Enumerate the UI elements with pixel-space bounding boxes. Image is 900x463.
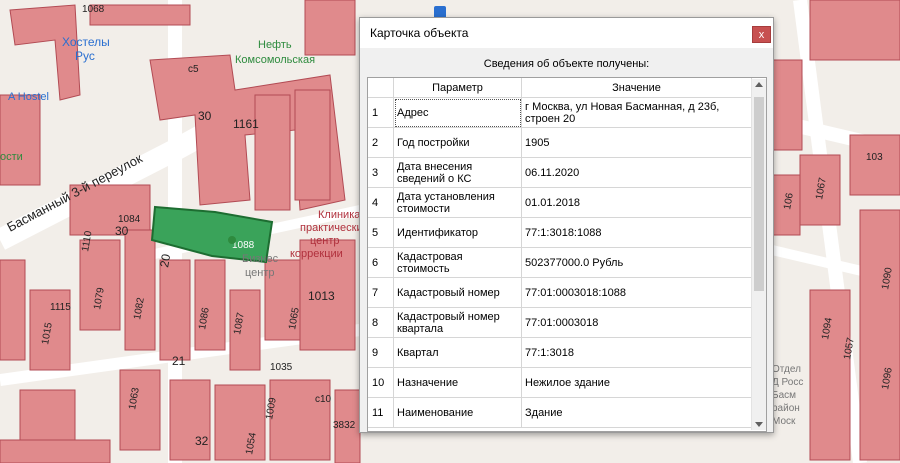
row-number[interactable]: 11 bbox=[368, 397, 394, 428]
row-number[interactable]: 5 bbox=[368, 217, 394, 248]
column-header-num[interactable] bbox=[368, 78, 394, 98]
map-label-6: Комсомольская bbox=[235, 54, 315, 66]
map-label-33: Клиника bbox=[318, 209, 361, 221]
column-header-value[interactable]: Значение bbox=[521, 78, 752, 98]
map-label-29: с10 bbox=[315, 394, 332, 405]
row-value[interactable]: 01.01.2018 bbox=[521, 187, 752, 218]
map-label-7: с5 bbox=[188, 64, 199, 75]
map-label-2: Хостелы bbox=[62, 35, 110, 49]
scroll-up-icon[interactable] bbox=[755, 82, 763, 87]
row-number[interactable]: 4 bbox=[368, 187, 394, 218]
row-value[interactable]: г Москва, ул Новая Басманная, д 23б, стр… bbox=[521, 97, 752, 128]
row-value[interactable]: Здание bbox=[521, 397, 752, 428]
map-label-36: коррекции bbox=[290, 248, 343, 260]
map-label-1: 1068 bbox=[82, 4, 105, 15]
map-label-50: Моск bbox=[772, 416, 796, 427]
row-param[interactable]: Кадастровая стоимость bbox=[393, 247, 522, 278]
row-value[interactable]: Нежилое здание bbox=[521, 367, 752, 398]
table-row[interactable]: 9 Квартал 77:1:3018 bbox=[368, 337, 752, 368]
map-label-49: район bbox=[772, 403, 800, 414]
row-param[interactable]: Кадастровый номер bbox=[393, 277, 522, 308]
map-label-39: 103 bbox=[866, 152, 883, 163]
row-number[interactable]: 7 bbox=[368, 277, 394, 308]
row-param[interactable]: Назначение bbox=[393, 367, 522, 398]
row-value[interactable]: 06.11.2020 bbox=[521, 157, 752, 188]
row-number[interactable]: 1 bbox=[368, 97, 394, 128]
row-value[interactable]: 77:01:0003018:1088 bbox=[521, 277, 752, 308]
map-label-16: 1115 bbox=[50, 302, 71, 313]
row-param[interactable]: Квартал bbox=[393, 337, 522, 368]
row-param[interactable]: Дата установления стоимости bbox=[393, 187, 522, 218]
row-number[interactable]: 10 bbox=[368, 367, 394, 398]
close-button[interactable]: x bbox=[752, 26, 771, 43]
table-row[interactable]: 8 Кадастровый номер квартала 77:01:0003018 bbox=[368, 307, 752, 338]
row-param[interactable]: Адрес bbox=[393, 97, 522, 128]
dialog-subheader: Сведения об объекте получены: bbox=[483, 58, 650, 70]
map-label-13: 30 bbox=[115, 224, 129, 238]
map-label-38: центр bbox=[245, 267, 275, 279]
map-label-3: Рус bbox=[75, 49, 95, 63]
row-param[interactable]: Идентификатор bbox=[393, 217, 522, 248]
map-label-47: Д Росс bbox=[772, 377, 803, 388]
row-value[interactable]: 77:01:0003018 bbox=[521, 307, 752, 338]
row-param[interactable]: Дата внесения сведений о КС bbox=[393, 157, 522, 188]
row-value[interactable]: 1905 bbox=[521, 127, 752, 158]
map-label-4: A Hostel bbox=[8, 91, 49, 103]
object-card-dialog: Карточка объекта x Сведения об объекте п… bbox=[359, 17, 774, 433]
column-header-param[interactable]: Параметр bbox=[393, 78, 522, 98]
table-row[interactable]: 7 Кадастровый номер 77:01:0003018:1088 bbox=[368, 277, 752, 308]
row-number[interactable]: 9 bbox=[368, 337, 394, 368]
map-label-9: 1161 bbox=[233, 117, 259, 131]
row-param[interactable]: Кадастровый номер квартала bbox=[393, 307, 522, 338]
map-label-30: 32 bbox=[195, 434, 209, 448]
table-row[interactable]: 4 Дата установления стоимости 01.01.2018 bbox=[368, 187, 752, 218]
table-row[interactable]: 5 Идентификатор 77:1:3018:1088 bbox=[368, 217, 752, 248]
table-row[interactable]: 10 Назначение Нежилое здание bbox=[368, 367, 752, 398]
row-value[interactable]: 502377000.0 Рубль bbox=[521, 247, 752, 278]
row-number[interactable]: 3 bbox=[368, 157, 394, 188]
row-value[interactable]: 77:1:3018:1088 bbox=[521, 217, 752, 248]
map-label-10: ости bbox=[0, 151, 23, 163]
scroll-thumb[interactable] bbox=[754, 97, 764, 291]
map-label-8: 30 bbox=[198, 109, 212, 123]
map-label-25: 20 bbox=[157, 253, 173, 269]
map-label-46: Отдел bbox=[772, 364, 801, 375]
row-param[interactable]: Год постройки bbox=[393, 127, 522, 158]
map-label-32: 3832 bbox=[333, 420, 356, 431]
row-param[interactable]: Наименование bbox=[393, 397, 522, 428]
row-number[interactable]: 8 bbox=[368, 307, 394, 338]
map-label-35: центр bbox=[310, 235, 340, 247]
table-row[interactable]: 1 Адрес г Москва, ул Новая Басманная, д 23… bbox=[368, 97, 752, 128]
vertical-scrollbar[interactable] bbox=[751, 79, 766, 430]
close-icon: x bbox=[758, 29, 765, 41]
attributes-table: Параметр Значение 1 Адрес г Москва, ул Нов… bbox=[368, 78, 752, 428]
dialog-titlebar[interactable]: Карточка объекта x bbox=[360, 18, 773, 48]
row-number[interactable]: 2 bbox=[368, 127, 394, 158]
attributes-table-container[interactable]: Параметр Значение 1 Адрес г Москва, ул Нов… bbox=[367, 77, 767, 432]
map-label-5: Нефть bbox=[258, 39, 292, 51]
map-label-37: Бизнес bbox=[242, 253, 279, 265]
map-label-24: 21 bbox=[172, 354, 186, 368]
row-value[interactable]: 77:1:3018 bbox=[521, 337, 752, 368]
map-poi-marker bbox=[228, 236, 236, 244]
dialog-title: Карточка объекта bbox=[370, 26, 469, 40]
row-number[interactable]: 6 bbox=[368, 247, 394, 278]
table-row[interactable]: 3 Дата внесения сведений о КС 06.11.2020 bbox=[368, 157, 752, 188]
table-row[interactable]: 6 Кадастровая стоимость 502377000.0 Рубль bbox=[368, 247, 752, 278]
table-header-row: Параметр Значение bbox=[368, 78, 752, 98]
map-label-48: Басм bbox=[772, 390, 796, 401]
map-label-22: 1013 bbox=[308, 289, 335, 303]
table-row[interactable]: 11 Наименование Здание bbox=[368, 397, 752, 428]
map-label-26: 1035 bbox=[270, 362, 293, 373]
table-row[interactable]: 2 Год постройки 1905 bbox=[368, 127, 752, 158]
scroll-down-icon[interactable] bbox=[755, 422, 763, 427]
